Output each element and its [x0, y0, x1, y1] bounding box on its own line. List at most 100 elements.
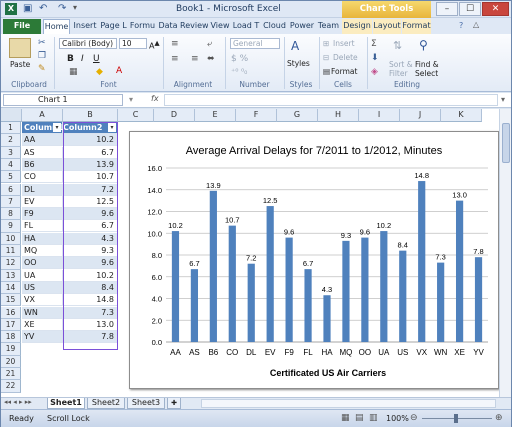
format-painter-icon[interactable]: ✎: [38, 64, 46, 74]
tab-insert[interactable]: Insert: [71, 19, 99, 34]
table-cell[interactable]: 13.0: [63, 318, 118, 331]
cut-icon[interactable]: ✂: [38, 38, 46, 48]
table-cell[interactable]: 7.3: [63, 306, 118, 319]
decimal-icon[interactable]: ⁺⁰ ⁰₀: [231, 67, 247, 76]
copy-icon[interactable]: ❐: [38, 51, 46, 61]
horizontal-scrollbar[interactable]: [201, 399, 496, 408]
paste-icon[interactable]: [9, 38, 31, 58]
scroll-thumb[interactable]: [502, 123, 510, 163]
page-layout-view-icon[interactable]: ▤: [355, 413, 364, 423]
column-header-d[interactable]: D: [154, 109, 195, 122]
table-cell[interactable]: VX: [22, 294, 63, 307]
sheet-tab-2[interactable]: Sheet2: [87, 398, 125, 409]
borders-icon[interactable]: ▦: [69, 67, 78, 77]
row-header[interactable]: 7: [1, 195, 21, 209]
delete-cells-button[interactable]: Delete: [333, 53, 358, 62]
row-header[interactable]: 14: [1, 281, 21, 295]
row-header[interactable]: 20: [1, 355, 21, 368]
tab-cloud[interactable]: Cloud: [261, 19, 288, 34]
table-cell[interactable]: 6.7: [63, 146, 118, 159]
insert-cells-button[interactable]: Insert: [333, 39, 355, 48]
tab-page-layout[interactable]: Page L: [99, 19, 128, 34]
normal-view-icon[interactable]: ▦: [341, 413, 350, 423]
tab-load-test[interactable]: Load T: [232, 19, 260, 34]
styles-icon[interactable]: A: [291, 39, 307, 55]
table-cell[interactable]: B6: [22, 158, 63, 171]
undo-icon[interactable]: ↶: [39, 3, 51, 15]
tab-power[interactable]: Power: [289, 19, 315, 34]
insert-sheet-icon[interactable]: ✚: [167, 398, 181, 409]
table-header-1[interactable]: Column1 ▾: [22, 122, 63, 134]
bold-icon[interactable]: B: [67, 54, 74, 64]
vertical-scrollbar[interactable]: [499, 109, 511, 397]
table-cell[interactable]: WN: [22, 306, 63, 319]
redo-icon[interactable]: ↷: [58, 3, 70, 15]
zoom-out-icon[interactable]: ⊖: [410, 413, 418, 423]
select-label[interactable]: Select: [415, 69, 438, 78]
table-cell[interactable]: OO: [22, 257, 63, 270]
name-box-dropdown-icon[interactable]: ▾: [129, 95, 133, 104]
maximize-button[interactable]: ☐: [459, 2, 481, 16]
help-icon[interactable]: ?: [459, 21, 463, 30]
zoom-level[interactable]: 100%: [386, 414, 409, 423]
expand-formula-icon[interactable]: ▾: [501, 95, 505, 104]
font-color-icon[interactable]: A: [116, 66, 122, 76]
paste-button[interactable]: Paste: [10, 60, 30, 69]
sheet-tab-3[interactable]: Sheet3: [127, 398, 165, 409]
table-header-2[interactable]: Column2 ▾: [63, 122, 118, 134]
autosum-icon[interactable]: Σ: [371, 39, 377, 49]
filter-label[interactable]: Filter: [389, 69, 408, 78]
table-cell[interactable]: YV: [22, 331, 63, 344]
table-cell[interactable]: HA: [22, 232, 63, 245]
underline-icon[interactable]: U: [93, 54, 100, 64]
sort-label[interactable]: Sort &: [389, 60, 413, 69]
table-cell[interactable]: 9.6: [63, 208, 118, 221]
font-size-combo[interactable]: 10: [119, 38, 147, 49]
table-cell[interactable]: XE: [22, 318, 63, 331]
zoom-in-icon[interactable]: ⊕: [495, 413, 503, 423]
table-cell[interactable]: AA: [22, 134, 63, 147]
table-cell[interactable]: AS: [22, 146, 63, 159]
table-cell[interactable]: 9.3: [63, 245, 118, 257]
table-cell[interactable]: US: [22, 281, 63, 294]
sheet-tab-1[interactable]: Sheet1: [47, 398, 85, 409]
table-cell[interactable]: 10.7: [63, 171, 118, 184]
table-cell[interactable]: 14.8: [63, 294, 118, 307]
font-name-combo[interactable]: Calibri (Body): [59, 38, 117, 49]
grow-font-icon[interactable]: A▲: [149, 39, 160, 51]
column-header-h[interactable]: H: [318, 109, 359, 122]
table-cell[interactable]: 10.2: [63, 134, 118, 147]
row-header[interactable]: 6: [1, 183, 21, 196]
table-cell[interactable]: CO: [22, 171, 63, 184]
worksheet[interactable]: ABCDEFGHIJK 1 2 3 4 5 6 7 8 9 10 11 12 13 14 15 16 17 18 1…: [1, 109, 511, 397]
select-all-corner[interactable]: [1, 109, 22, 122]
table-cell[interactable]: MQ: [22, 245, 63, 257]
row-header[interactable]: 4: [1, 158, 21, 172]
table-cell[interactable]: 12.5: [63, 195, 118, 208]
column-header-k[interactable]: K: [441, 109, 482, 122]
row-header[interactable]: 3: [1, 146, 21, 159]
table-cell[interactable]: 4.3: [63, 232, 118, 245]
column-header-f[interactable]: F: [236, 109, 277, 122]
table-cell[interactable]: 8.4: [63, 281, 118, 294]
row-header[interactable]: 2: [1, 134, 21, 147]
row-header[interactable]: 5: [1, 171, 21, 184]
name-box[interactable]: Chart 1: [3, 94, 123, 106]
table-cell[interactable]: 9.6: [63, 257, 118, 270]
zoom-slider-thumb[interactable]: [454, 414, 458, 423]
row-header[interactable]: 21: [1, 368, 21, 381]
row-header[interactable]: 16: [1, 306, 21, 319]
formula-input[interactable]: [164, 94, 498, 106]
tab-layout[interactable]: Layout: [373, 19, 401, 34]
styles-button[interactable]: Styles: [287, 59, 310, 68]
tab-format[interactable]: Format: [402, 19, 431, 34]
row-header[interactable]: 15: [1, 294, 21, 307]
number-format-combo[interactable]: General: [230, 38, 280, 49]
fill-color-icon[interactable]: ◆: [96, 67, 103, 77]
row-header[interactable]: 11: [1, 245, 21, 258]
column-header-e[interactable]: E: [195, 109, 236, 122]
table-cell[interactable]: FL: [22, 220, 63, 233]
tab-file[interactable]: File: [3, 19, 41, 34]
filter-dropdown-icon[interactable]: ▾: [108, 123, 116, 132]
page-break-view-icon[interactable]: ▥: [369, 413, 378, 423]
